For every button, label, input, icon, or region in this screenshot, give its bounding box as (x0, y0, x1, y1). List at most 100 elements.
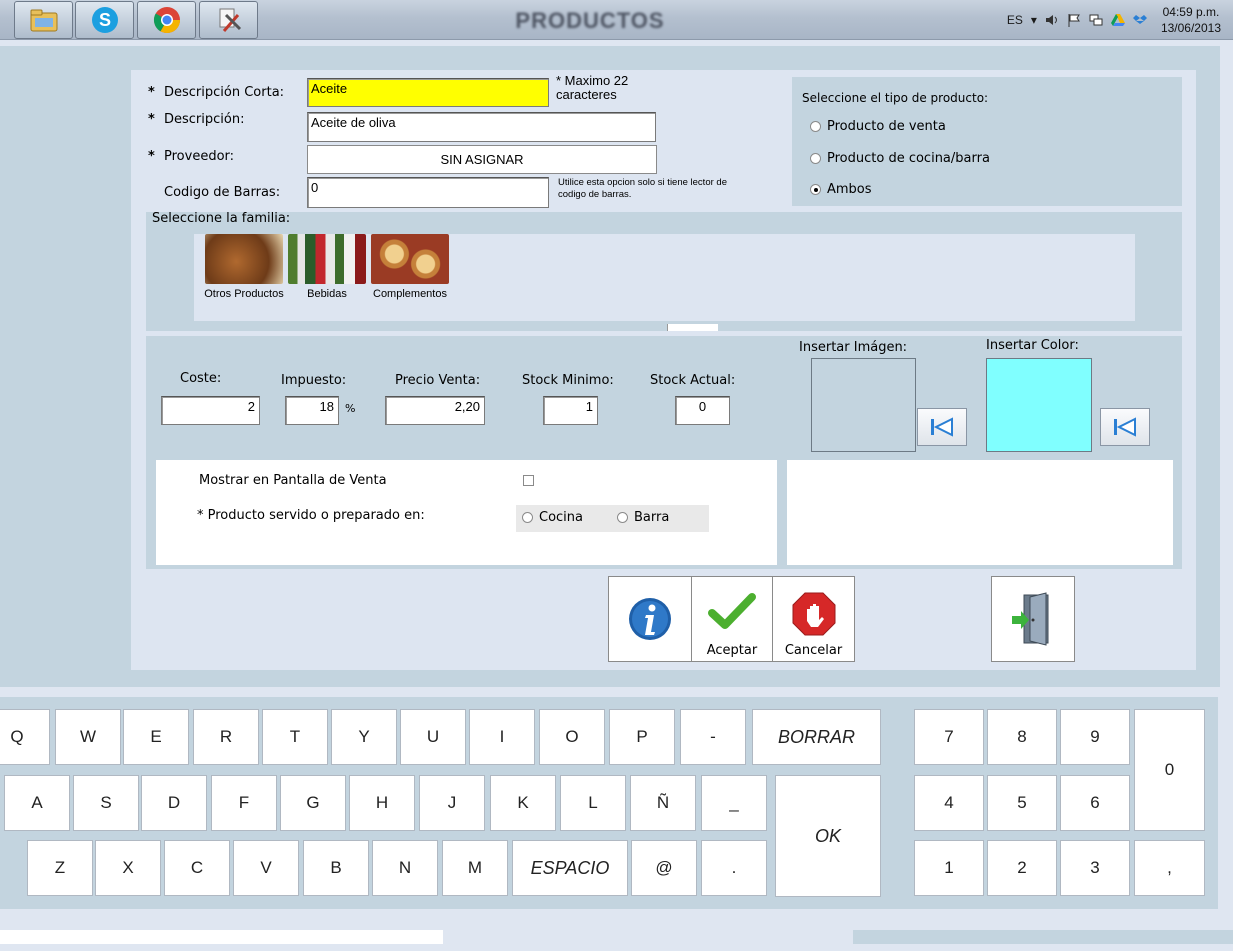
key-a[interactable]: A (4, 775, 70, 831)
family-item-complementos[interactable]: Complementos (370, 234, 450, 300)
short-desc-input[interactable]: Aceite (307, 78, 549, 107)
numpad-key-4[interactable]: 4 (914, 775, 984, 831)
ok-key[interactable]: OK (775, 775, 881, 897)
supplier-button[interactable]: SIN ASIGNAR (307, 145, 657, 174)
key-j[interactable]: J (419, 775, 485, 831)
key-s[interactable]: S (73, 775, 139, 831)
barcode-input[interactable]: 0 (307, 177, 549, 208)
color-preview[interactable] (986, 358, 1092, 452)
info-icon (629, 598, 671, 640)
key-t[interactable]: T (262, 709, 328, 765)
network-icon[interactable] (1089, 13, 1103, 27)
key-r[interactable]: R (193, 709, 259, 765)
key-n[interactable]: N (372, 840, 438, 896)
desc-input[interactable]: Aceite de oliva (307, 112, 656, 142)
space-key[interactable]: ESPACIO (512, 840, 628, 896)
radio-cocina[interactable]: Cocina (522, 510, 583, 525)
drive-icon[interactable] (1110, 13, 1125, 27)
language-indicator[interactable]: ES (1007, 13, 1023, 27)
stock-min-input[interactable]: 1 (543, 396, 598, 425)
family-item-bebidas[interactable]: Bebidas (287, 234, 367, 300)
key-l[interactable]: L (560, 775, 626, 831)
svg-text:S: S (98, 10, 110, 30)
flag-icon[interactable] (1067, 13, 1081, 27)
supplier-label: Proveedor: (164, 149, 235, 164)
tax-input[interactable]: 18 (285, 396, 339, 425)
key-o[interactable]: O (539, 709, 605, 765)
key-k[interactable]: K (490, 775, 556, 831)
numpad-key-2[interactable]: 2 (987, 840, 1057, 896)
numpad-key-3[interactable]: 3 (1060, 840, 1130, 896)
image-preview[interactable] (811, 358, 916, 452)
stock-min-label: Stock Minimo: (522, 373, 614, 388)
exit-button[interactable] (991, 576, 1075, 662)
chevron-down-icon[interactable]: ▾ (1031, 13, 1037, 27)
cost-label: Coste: (180, 371, 222, 386)
accept-button[interactable]: Aceptar (691, 576, 773, 662)
radio-barra[interactable]: Barra (617, 510, 669, 525)
key-v[interactable]: V (233, 840, 299, 896)
skype-icon[interactable]: S (75, 1, 134, 39)
clock[interactable]: 04:59 p.m. 13/06/2013 (1161, 4, 1221, 36)
numpad-key-8[interactable]: 8 (987, 709, 1057, 765)
key-dot[interactable]: . (701, 840, 767, 896)
key-b[interactable]: B (303, 840, 369, 896)
numpad-key-comma[interactable]: , (1134, 840, 1205, 896)
desc-label: Descripción: (164, 112, 245, 127)
chrome-icon[interactable] (137, 1, 196, 39)
key-g[interactable]: G (280, 775, 346, 831)
key-h[interactable]: H (349, 775, 415, 831)
radio-dot[interactable] (810, 153, 821, 164)
key-w[interactable]: W (55, 709, 121, 765)
key-p[interactable]: P (609, 709, 675, 765)
numpad-key-1[interactable]: 1 (914, 840, 984, 896)
show-on-sale-checkbox[interactable] (523, 475, 534, 486)
family-label: Bebidas (307, 288, 347, 300)
key-m[interactable]: M (442, 840, 508, 896)
stock-cur-input[interactable]: 0 (675, 396, 730, 425)
insert-image-button[interactable] (917, 408, 967, 446)
numpad-key-7[interactable]: 7 (914, 709, 984, 765)
key-u[interactable]: U (400, 709, 466, 765)
key-e[interactable]: E (123, 709, 189, 765)
cancel-button[interactable]: Cancelar (772, 576, 855, 662)
file-explorer-icon[interactable] (14, 1, 73, 39)
key-c[interactable]: C (164, 840, 230, 896)
info-button[interactable] (608, 576, 692, 662)
scrollbar[interactable] (667, 324, 718, 331)
key-f[interactable]: F (211, 775, 277, 831)
key-at[interactable]: @ (631, 840, 697, 896)
key-i[interactable]: I (469, 709, 535, 765)
key--[interactable]: - (680, 709, 746, 765)
barcode-label: Codigo de Barras: (164, 185, 281, 200)
numpad-key-5[interactable]: 5 (987, 775, 1057, 831)
radio-dot[interactable] (810, 184, 821, 195)
key-x[interactable]: X (95, 840, 161, 896)
key-y[interactable]: Y (331, 709, 397, 765)
numpad-key-0[interactable]: 0 (1134, 709, 1205, 831)
radio-product-both[interactable]: Ambos (810, 182, 872, 197)
tools-icon[interactable] (199, 1, 258, 39)
key-ñ[interactable]: Ñ (630, 775, 696, 831)
cost-input[interactable]: 2 (161, 396, 260, 425)
key-underscore[interactable]: _ (701, 775, 767, 831)
backspace-key[interactable]: BORRAR (752, 709, 881, 765)
radio-dot[interactable] (617, 512, 628, 523)
required-mark: * (148, 149, 155, 164)
radio-product-sale[interactable]: Producto de venta (810, 119, 946, 134)
dropbox-icon[interactable] (1132, 13, 1147, 27)
family-item-otros-productos[interactable]: Otros Productos (204, 234, 284, 300)
key-z[interactable]: Z (27, 840, 93, 896)
numpad-key-9[interactable]: 9 (1060, 709, 1130, 765)
radio-label: Cocina (539, 510, 583, 525)
numpad-key-6[interactable]: 6 (1060, 775, 1130, 831)
radio-dot[interactable] (810, 121, 821, 132)
insert-color-button[interactable] (1100, 408, 1150, 446)
radio-dot[interactable] (522, 512, 533, 523)
image-label: Insertar Imágen: (799, 340, 908, 355)
key-q[interactable]: Q (0, 709, 50, 765)
key-d[interactable]: D (141, 775, 207, 831)
price-input[interactable]: 2,20 (385, 396, 485, 425)
volume-icon[interactable] (1045, 13, 1059, 27)
radio-product-kitchen[interactable]: Producto de cocina/barra (810, 151, 990, 166)
